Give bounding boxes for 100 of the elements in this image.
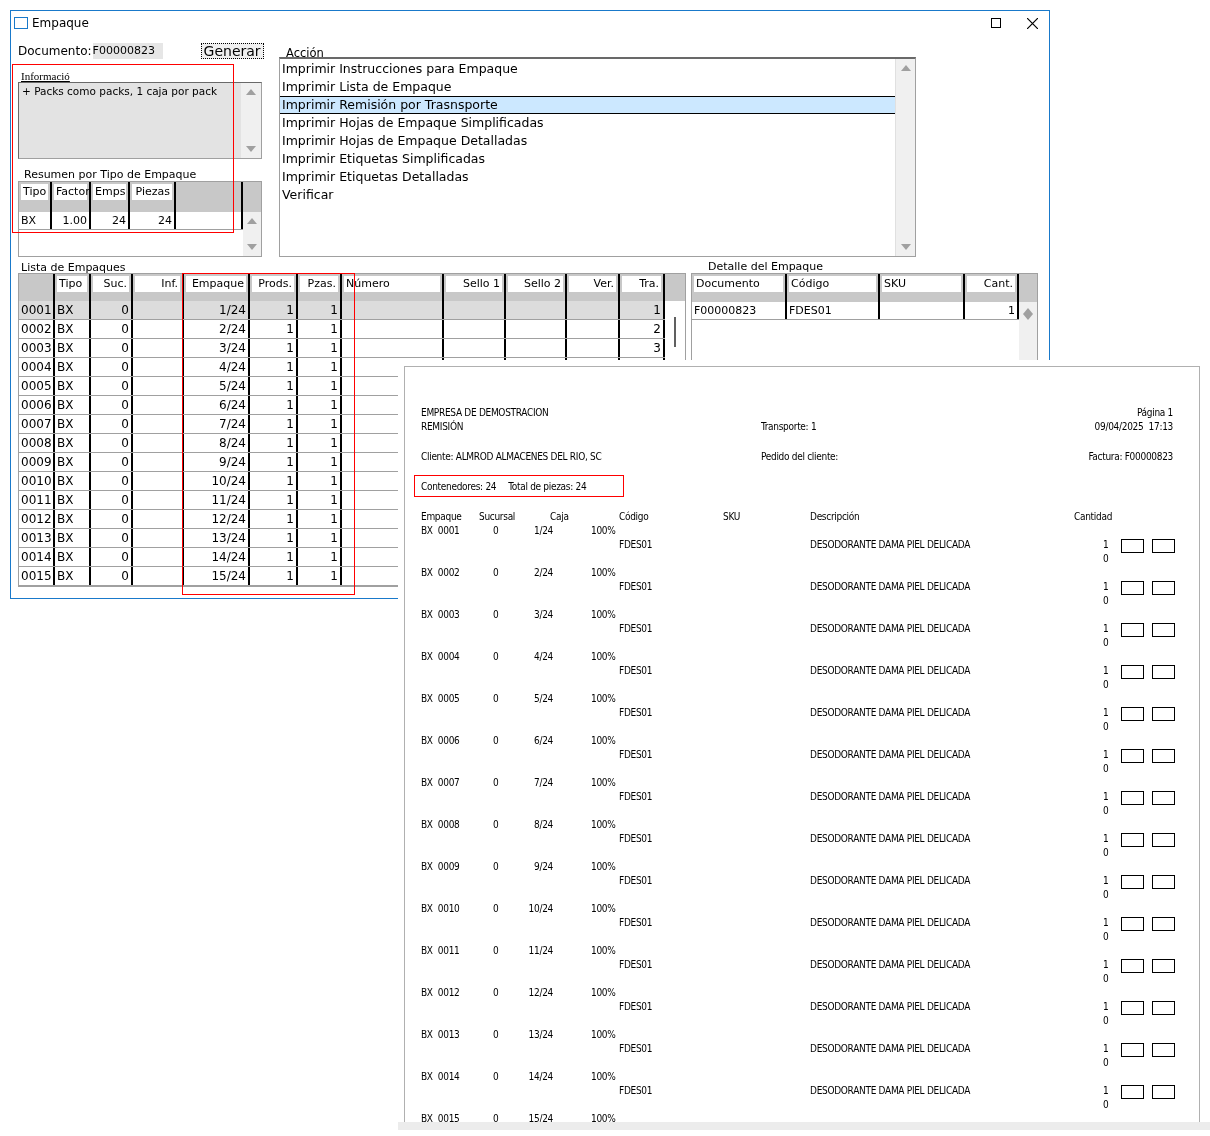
accion-item[interactable]: Imprimir Etiquetas Simplificadas <box>280 150 895 168</box>
table-cell: 0012 <box>19 510 55 528</box>
cliente-text: Cliente: ALMROD ALMACENES DEL RIO, SC <box>421 450 603 464</box>
table-cell: BX <box>55 415 91 433</box>
empaque-text: BX 0008 <box>421 818 460 832</box>
table-cell: BX <box>55 339 91 357</box>
caja-text: 15/24 <box>528 1112 553 1122</box>
column-header[interactable]: Pzas. <box>300 276 338 292</box>
descripcion-text: DESODORANTE DAMA PIEL DELICADA <box>810 664 971 678</box>
column-header[interactable]: Documento <box>694 276 783 292</box>
table-cell: 1 <box>250 377 298 395</box>
percent-text: 100% <box>591 1028 616 1042</box>
percent-text: 100% <box>591 692 616 706</box>
column-header[interactable]: Sello 2 <box>508 276 563 292</box>
codigo-text: FDES01 <box>619 1042 653 1056</box>
descripcion-text: DESODORANTE DAMA PIEL DELICADA <box>810 1000 971 1014</box>
empaque-text: BX 0007 <box>421 776 460 790</box>
column-header[interactable]: Tipo <box>21 183 48 200</box>
column-header[interactable]: Suc. <box>93 276 129 292</box>
documento-field[interactable]: F00000823 <box>92 42 163 59</box>
cantidad-text: 0 <box>1103 804 1109 818</box>
empaque-text: BX 0006 <box>421 734 460 748</box>
table-cell: 1 <box>250 567 298 585</box>
table-cell: 5/24 <box>184 377 250 395</box>
column-header[interactable]: Tra. <box>622 276 661 292</box>
table-cell: 0004 <box>19 358 55 376</box>
table-cell: 0 <box>91 491 133 509</box>
table-cell: 10/24 <box>184 472 250 490</box>
column-header[interactable]: Ver. <box>569 276 616 292</box>
column-header[interactable]: Piezas <box>132 183 172 200</box>
cantidad-text: 0 <box>1103 972 1109 986</box>
table-row[interactable]: 0001 BX 0 1/24 1 1 1 <box>19 301 665 320</box>
caja-text: 4/24 <box>534 650 553 664</box>
accion-item[interactable]: Verificar <box>280 186 895 204</box>
column-header[interactable]: Prods. <box>252 276 294 292</box>
sucursal-text: 0 <box>493 776 499 790</box>
cantidad-text: 1 <box>1103 1084 1109 1098</box>
table-cell: 1 <box>298 396 342 414</box>
sucursal-text: 0 <box>493 902 499 916</box>
accion-item[interactable]: Imprimir Hojas de Empaque Detalladas <box>280 132 895 150</box>
table-cell: 1 <box>250 453 298 471</box>
table-row[interactable]: 0003 BX 0 3/24 1 1 3 <box>19 339 665 358</box>
percent-text: 100% <box>591 608 616 622</box>
accion-item[interactable]: Imprimir Remisión por Trasnsporte <box>280 96 895 114</box>
table-cell: 0 <box>91 415 133 433</box>
report-column-header: Caja <box>550 510 569 524</box>
resumen-title: Resumen por Tipo de Empaque <box>24 168 198 181</box>
accion-item[interactable]: Imprimir Instrucciones para Empaque <box>280 60 895 78</box>
column-header[interactable]: Emps <box>93 183 126 200</box>
column-header[interactable]: Tipo <box>57 276 87 292</box>
table-cell: 2/24 <box>184 320 250 338</box>
table-cell: 24 <box>91 211 130 229</box>
column-header[interactable]: Código <box>789 276 876 292</box>
accion-item[interactable]: Imprimir Hojas de Empaque Simplificadas <box>280 114 895 132</box>
column-header[interactable]: Empaque <box>186 276 246 292</box>
sucursal-text: 0 <box>493 1070 499 1084</box>
caja-text: 7/24 <box>534 776 553 790</box>
lista-title: Lista de Empaques <box>21 261 127 273</box>
empaque-text: BX 0009 <box>421 860 460 874</box>
codigo-text: FDES01 <box>619 706 653 720</box>
table-row[interactable]: 0002 BX 0 2/24 1 1 2 <box>19 320 665 339</box>
table-cell: 1 <box>298 339 342 357</box>
table-cell: 0 <box>91 529 133 547</box>
descripcion-text: DESODORANTE DAMA PIEL DELICADA <box>810 706 971 720</box>
table-cell: 7/24 <box>184 415 250 433</box>
caja-text: 13/24 <box>528 1028 553 1042</box>
percent-text: 100% <box>591 860 616 874</box>
factura-text: Factura: F00000823 <box>1088 450 1173 464</box>
table-cell: 1 <box>298 529 342 547</box>
column-header[interactable]: Inf. <box>135 276 180 292</box>
descripcion-text: DESODORANTE DAMA PIEL DELICADA <box>810 874 971 888</box>
accion-item[interactable]: Imprimir Lista de Empaque <box>280 78 895 96</box>
column-header[interactable]: Sello 1 <box>446 276 502 292</box>
table-cell: 0 <box>91 434 133 452</box>
generar-button[interactable]: Generar <box>200 42 264 59</box>
descripcion-text: DESODORANTE DAMA PIEL DELICADA <box>810 580 971 594</box>
accion-item[interactable]: Imprimir Etiquetas Detalladas <box>280 168 895 186</box>
codigo-text: FDES01 <box>619 790 653 804</box>
table-cell: 14/24 <box>184 548 250 566</box>
codigo-text: FDES01 <box>619 832 653 846</box>
table-cell: 0 <box>91 396 133 414</box>
accion-label: Acción <box>286 47 325 57</box>
column-header[interactable]: Factor <box>54 183 87 200</box>
table-cell: 1 <box>250 396 298 414</box>
table-cell: F00000823 <box>692 302 787 319</box>
table-cell: 9/24 <box>184 453 250 471</box>
table-cell: BX <box>55 491 91 509</box>
codigo-text: FDES01 <box>619 622 653 636</box>
column-header[interactable]: Cant. <box>967 276 1015 292</box>
cantidad-text: 0 <box>1103 846 1109 860</box>
codigo-text: FDES01 <box>619 874 653 888</box>
informacion-text: + Packs como packs, 1 caja por pack <box>21 84 218 100</box>
table-cell: 0 <box>91 510 133 528</box>
table-cell: 1.00 <box>52 211 91 229</box>
empaque-text: BX 0012 <box>421 986 460 1000</box>
table-cell: BX <box>55 434 91 452</box>
table-cell: 0 <box>91 453 133 471</box>
column-header[interactable]: SKU <box>882 276 961 292</box>
percent-text: 100% <box>591 944 616 958</box>
percent-text: 100% <box>591 1070 616 1084</box>
